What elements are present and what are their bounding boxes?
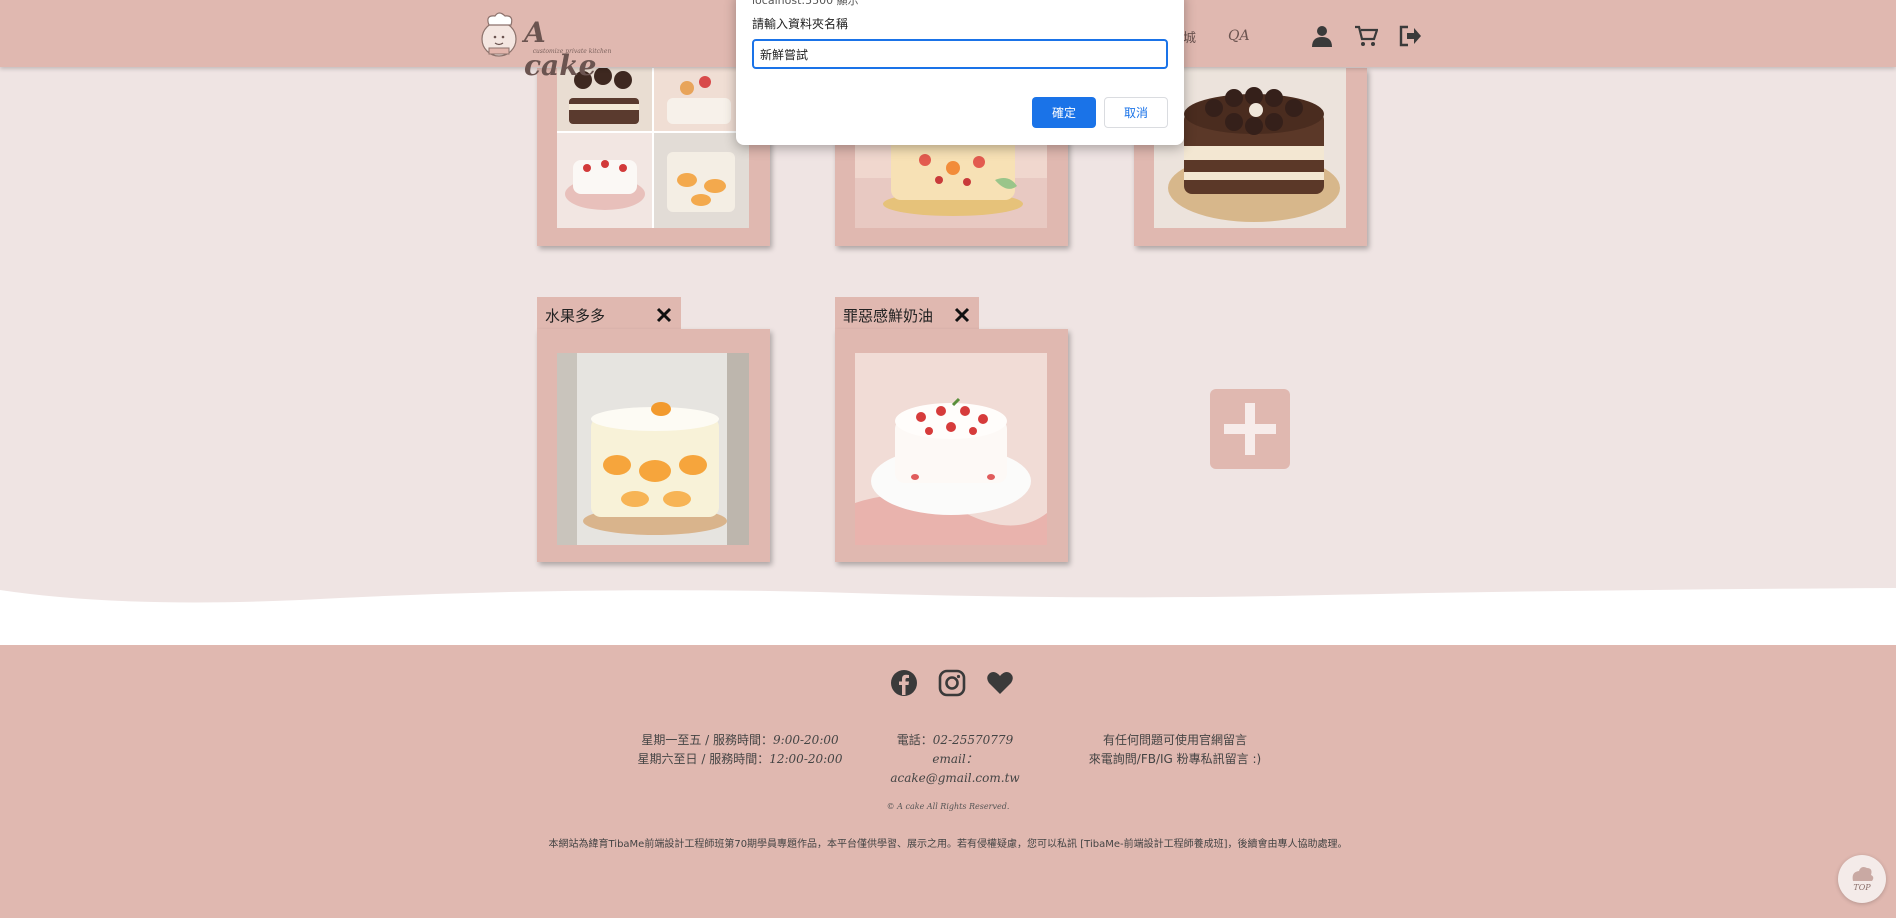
contact-note: 有任何問題可使用官網留言 來電詢問/FB/IG 粉專私訊留言 :) xyxy=(1060,731,1290,769)
dialog-origin: localhost:5500 顯示 xyxy=(752,0,859,7)
phone-value: 02-25570779 xyxy=(932,733,1014,747)
cancel-button[interactable]: 取消 xyxy=(1104,97,1168,128)
folder-name-input[interactable] xyxy=(752,39,1168,69)
folder-tab[interactable]: 水果多多 xyxy=(537,297,681,330)
prompt-dialog: localhost:5500 顯示 請輸入資料夾名稱 確定 取消 xyxy=(736,0,1184,145)
email-label: email： xyxy=(932,752,978,766)
site-footer: 星期一至五 / 服務時間：9:00-20:00 星期六至日 / 服務時間：12:… xyxy=(0,645,1896,918)
dialog-message: 請輸入資料夾名稱 xyxy=(752,17,849,31)
folder-photo-strawberry-cream-cake xyxy=(855,353,1047,545)
folder-card[interactable] xyxy=(537,329,770,562)
chef-logo-icon xyxy=(481,12,517,57)
back-to-top-button[interactable]: TOP xyxy=(1838,855,1886,903)
user-icon[interactable] xyxy=(1310,24,1334,48)
folder-photo-orange-mousse-cake xyxy=(557,353,749,545)
cart-icon[interactable] xyxy=(1354,24,1378,48)
nav-qa-link[interactable]: QA xyxy=(1228,28,1250,44)
hours-weekend-time: 12:00-20:00 xyxy=(769,752,843,766)
heart-icon[interactable] xyxy=(986,669,1014,697)
plus-icon xyxy=(1224,403,1276,455)
ok-button[interactable]: 確定 xyxy=(1032,97,1096,128)
folder-name[interactable]: 罪惡感鮮奶油 xyxy=(843,307,933,325)
facebook-icon[interactable] xyxy=(890,669,918,697)
disclaimer: 本網站為緯育TibaMe前端設計工程師班第70期學員專題作品，本平台僅供學習、展… xyxy=(548,839,1348,850)
folder-tab[interactable]: 罪惡感鮮奶油 xyxy=(835,297,979,330)
top-label: TOP xyxy=(1853,883,1871,892)
contact-info: 電話：02-25570779 email： acake@gmail.com.tw xyxy=(870,731,1040,788)
business-hours: 星期一至五 / 服務時間：9:00-20:00 星期六至日 / 服務時間：12:… xyxy=(630,731,850,769)
folder-name[interactable]: 水果多多 xyxy=(545,307,605,325)
logo[interactable]: A cake customize private kitchen xyxy=(480,8,620,82)
copyright: © A cake All Rights Reserved. xyxy=(886,802,1010,811)
hours-weekday-label: 星期一至五 / 服務時間： xyxy=(641,733,774,747)
add-folder-button[interactable] xyxy=(1210,389,1290,469)
contact-line-1: 有任何問題可使用官網留言 xyxy=(1102,733,1247,747)
folder-photo-collage xyxy=(557,68,749,228)
hours-weekend-label: 星期六至日 / 服務時間： xyxy=(637,752,770,766)
folder-card[interactable] xyxy=(835,329,1068,562)
logout-icon[interactable] xyxy=(1398,24,1422,48)
logo-subtitle: customize private kitchen xyxy=(532,48,612,55)
email-value[interactable]: acake@gmail.com.tw xyxy=(890,771,1019,785)
close-icon[interactable] xyxy=(655,306,673,324)
instagram-icon[interactable] xyxy=(938,669,966,697)
phone-label: 電話： xyxy=(896,733,933,747)
wave-divider xyxy=(0,588,1896,645)
close-icon[interactable] xyxy=(953,306,971,324)
hours-weekday-time: 9:00-20:00 xyxy=(773,733,839,747)
contact-line-2: 來電詢問/FB/IG 粉專私訊留言 :) xyxy=(1088,752,1262,766)
